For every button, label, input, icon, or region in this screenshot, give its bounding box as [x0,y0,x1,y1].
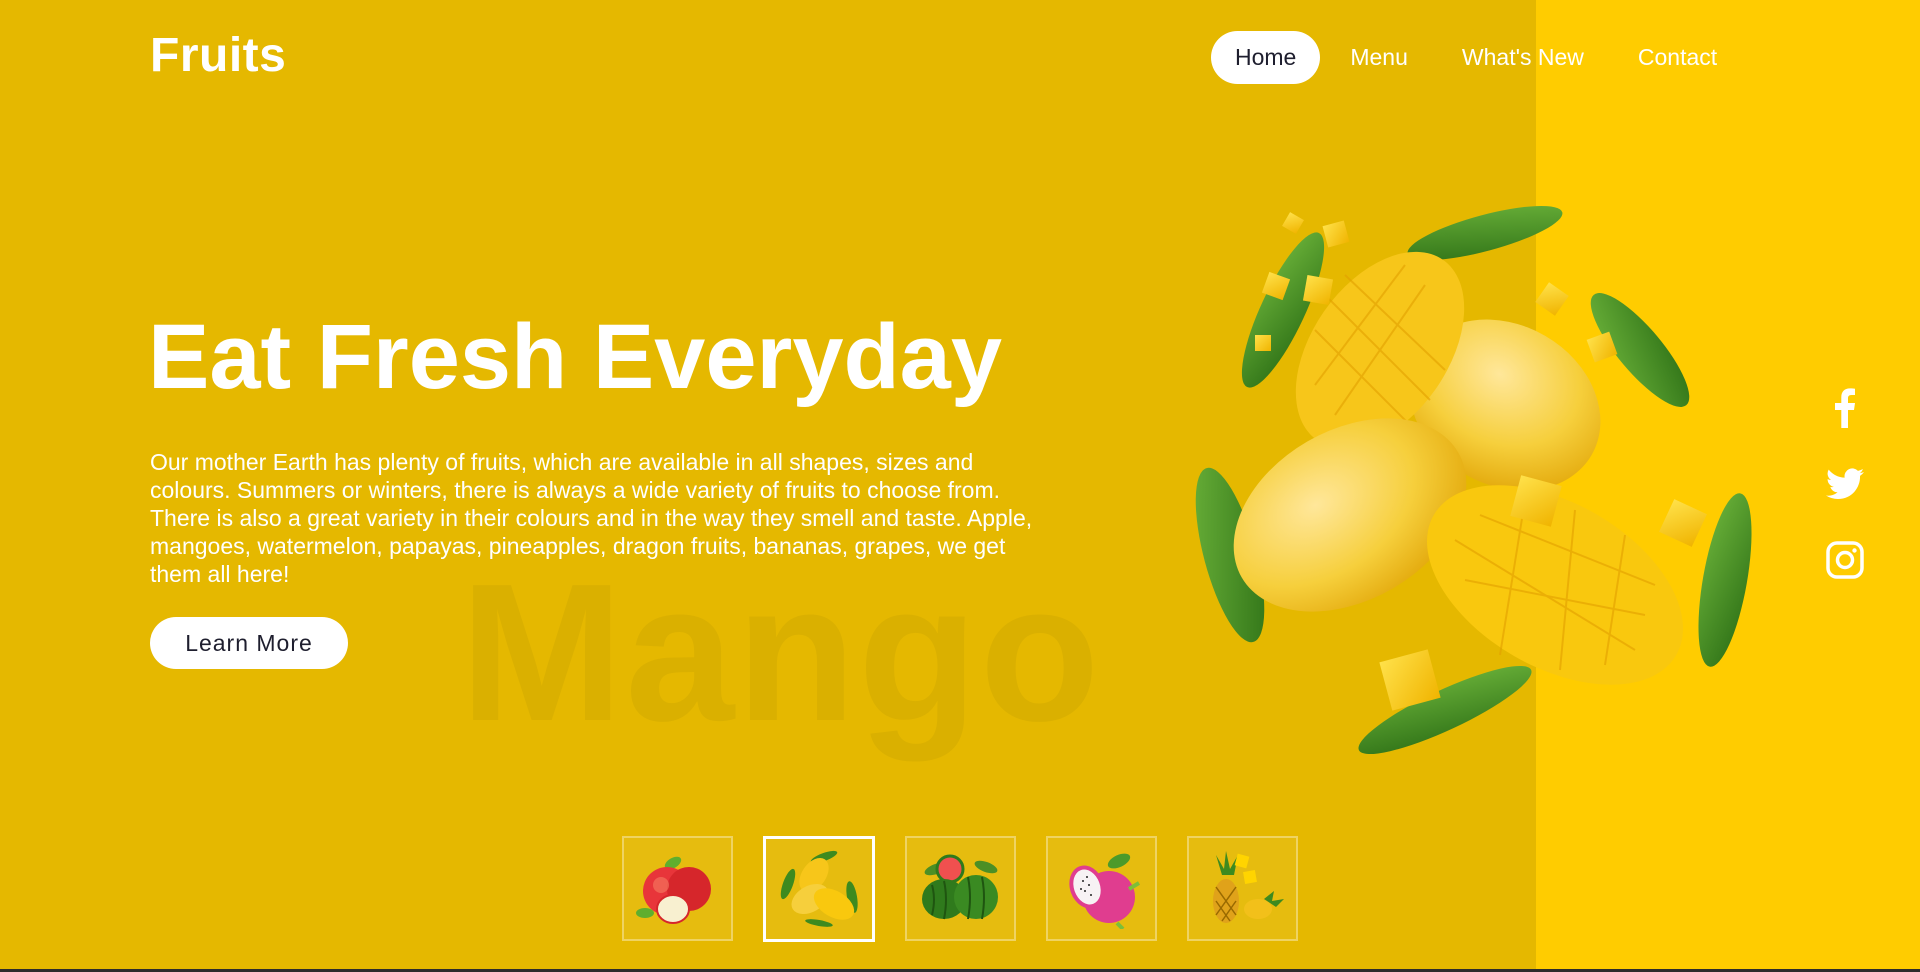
hero-title: Eat Fresh Everyday [148,306,1003,408]
nav-item-contact[interactable]: Contact [1614,31,1741,84]
nav-item-whats-new[interactable]: What's New [1438,31,1608,84]
thumbnail-pineapple[interactable] [1187,836,1298,941]
thumbnail-dragon-fruit[interactable] [1046,836,1157,941]
site-logo[interactable]: Fruits [150,28,286,83]
main-nav: Home Menu What's New Contact [1211,31,1741,84]
fruit-thumbnails [622,836,1298,942]
pineapple-icon [1212,850,1284,923]
apple-icon [635,856,711,924]
nav-item-menu[interactable]: Menu [1326,31,1432,84]
mango-fruit-image [1165,195,1775,775]
watermelon-icon [921,854,998,919]
page: Fruits Home Menu What's New Contact Mang… [0,0,1920,972]
thumbnail-mango[interactable] [763,836,875,942]
nav-item-home[interactable]: Home [1211,31,1321,84]
facebook-icon[interactable] [1822,385,1868,431]
mango-icon [780,850,858,927]
learn-more-button[interactable]: Learn More [150,617,348,669]
thumbnail-apple[interactable] [622,836,733,941]
thumbnail-watermelon[interactable] [905,836,1016,941]
instagram-icon[interactable] [1822,537,1868,583]
social-links [1822,385,1868,583]
dragon-fruit-icon [1068,853,1140,929]
twitter-icon[interactable] [1822,461,1868,507]
hero-description: Our mother Earth has plenty of fruits, w… [150,449,1033,587]
